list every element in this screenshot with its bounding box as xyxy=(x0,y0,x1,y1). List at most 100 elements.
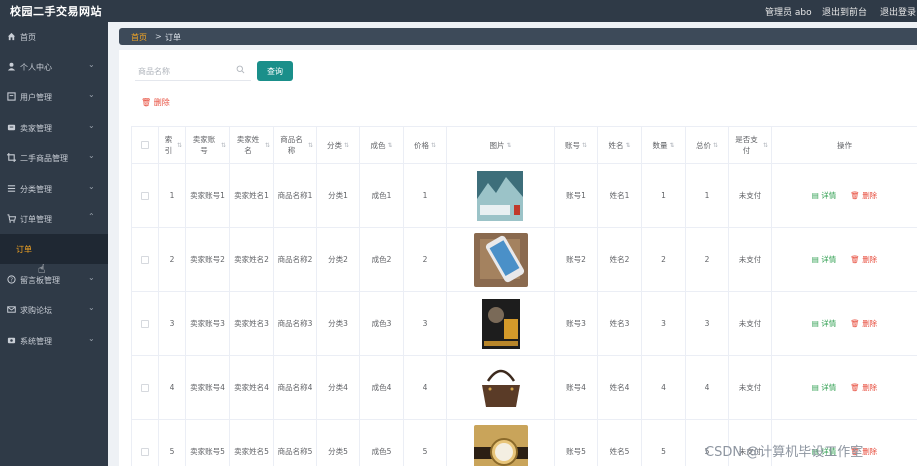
product-image-handbag xyxy=(473,360,528,415)
search-input[interactable] xyxy=(138,64,233,78)
sort-icon[interactable]: ⇅ xyxy=(669,140,674,151)
row-select-cell[interactable] xyxy=(132,164,159,228)
sidebar-item-label: 求购论坛 xyxy=(20,306,52,315)
table-cell: 账号3 xyxy=(555,292,598,356)
table-cell: 商品名称3 xyxy=(274,292,317,356)
table-cell: 未支付 xyxy=(729,292,772,356)
row-select-cell[interactable] xyxy=(132,420,159,466)
breadcrumb-current: 订单 xyxy=(165,33,181,42)
row-checkbox[interactable] xyxy=(141,447,149,456)
breadcrumb-home-link[interactable]: 首页 xyxy=(131,32,147,43)
sidebar-item-home[interactable]: 首页 xyxy=(0,22,108,52)
column-header[interactable]: 商品名称 ⇅ xyxy=(274,127,317,164)
detail-button[interactable]: ▤ 详情 xyxy=(812,190,836,201)
sidebar-item-sellers[interactable]: 卖家管理 ⌄ xyxy=(0,113,108,143)
list-icon xyxy=(7,184,16,193)
column-header[interactable]: 账号 ⇅ xyxy=(555,127,598,164)
delete-button[interactable]: 🗑 删除 xyxy=(141,97,170,108)
image-cell xyxy=(447,228,555,292)
sort-icon[interactable]: ⇅ xyxy=(177,140,182,151)
row-select-cell[interactable] xyxy=(132,292,159,356)
detail-button[interactable]: ▤ 详情 xyxy=(812,254,836,265)
table-cell: 1 xyxy=(642,164,686,228)
table-cell: 未支付 xyxy=(729,356,772,420)
column-header[interactable]: 索引 ⇅ xyxy=(159,127,186,164)
chevron-down-icon: ⌄ xyxy=(88,90,95,99)
sort-icon[interactable]: ⇅ xyxy=(625,140,630,151)
column-header-label: 卖家账号 xyxy=(192,135,216,155)
table-cell: 未支付 xyxy=(729,164,772,228)
detail-button[interactable]: ▤ 详情 xyxy=(812,318,836,329)
users-icon xyxy=(7,92,16,101)
sidebar-item-label: 订单管理 xyxy=(20,215,52,224)
table-cell: 分类1 xyxy=(317,164,360,228)
sidebar-item-messages[interactable]: ? 留言板管理 ⌄ xyxy=(0,265,108,295)
detail-button-label: 详情 xyxy=(821,191,837,200)
table-cell: 2 xyxy=(686,228,729,292)
sort-icon[interactable]: ⇅ xyxy=(582,140,587,151)
sort-icon[interactable]: ⇅ xyxy=(308,140,313,151)
select-all-checkbox[interactable] xyxy=(141,141,149,149)
table-cell: 卖家账号1 xyxy=(186,164,230,228)
sidebar-item-forum[interactable]: 求购论坛 ⌄ xyxy=(0,295,108,325)
row-checkbox[interactable] xyxy=(141,191,149,200)
row-select-cell[interactable] xyxy=(132,228,159,292)
row-delete-label: 删除 xyxy=(862,191,878,200)
column-header-label: 卖家姓名 xyxy=(236,135,260,155)
sort-icon[interactable]: ⇅ xyxy=(506,140,511,151)
submenu-item-order[interactable]: 订单 xyxy=(0,234,108,264)
sidebar: 首页 个人中心 ⌄ 用户管理 ⌄ 卖家管理 ⌄ 二手商品管理 ⌄ 分类管理 ⌄ … xyxy=(0,22,108,466)
row-checkbox[interactable] xyxy=(141,255,149,264)
column-header[interactable]: 成色 ⇅ xyxy=(360,127,404,164)
table-cell: 成色5 xyxy=(360,420,404,466)
sidebar-item-label: 首页 xyxy=(20,33,36,42)
column-header[interactable]: 姓名 ⇅ xyxy=(598,127,642,164)
search-icon[interactable] xyxy=(236,65,245,74)
column-header-label: 姓名 xyxy=(608,140,624,150)
select-all-cell[interactable] xyxy=(132,127,159,164)
row-delete-button[interactable]: 🗑 删除 xyxy=(850,254,877,265)
table-cell: 1 xyxy=(159,164,186,228)
sort-icon[interactable]: ⇅ xyxy=(265,140,270,151)
detail-button[interactable]: ▤ 详情 xyxy=(812,382,836,393)
column-header[interactable]: 数量 ⇅ xyxy=(642,127,686,164)
table-cell: 成色3 xyxy=(360,292,404,356)
table-cell: 账号5 xyxy=(555,420,598,466)
column-header[interactable]: 是否支付 ⇅ xyxy=(729,127,772,164)
sort-icon[interactable]: ⇅ xyxy=(431,140,436,151)
sidebar-item-users[interactable]: 用户管理 ⌄ xyxy=(0,82,108,112)
sidebar-item-categories[interactable]: 分类管理 ⌄ xyxy=(0,174,108,204)
sort-icon[interactable]: ⇅ xyxy=(344,140,349,151)
row-select-cell[interactable] xyxy=(132,356,159,420)
column-header[interactable]: 卖家姓名 ⇅ xyxy=(230,127,274,164)
column-header[interactable]: 总价 ⇅ xyxy=(686,127,729,164)
column-header[interactable]: 卖家账号 ⇅ xyxy=(186,127,230,164)
query-button[interactable]: 查询 xyxy=(257,61,293,81)
column-header-label: 总价 xyxy=(695,140,711,150)
logout-link[interactable]: 退出登录 xyxy=(880,5,916,18)
sort-icon[interactable]: ⇅ xyxy=(763,140,768,151)
row-delete-button[interactable]: 🗑 删除 xyxy=(850,190,877,201)
detail-button-label: 详情 xyxy=(821,319,837,328)
row-checkbox[interactable] xyxy=(141,383,149,392)
sort-icon[interactable]: ⇅ xyxy=(221,140,226,151)
image-cell xyxy=(447,420,555,466)
sidebar-item-system[interactable]: 系统管理 ⌄ xyxy=(0,326,108,356)
column-header[interactable]: 价格 ⇅ xyxy=(404,127,447,164)
chevron-down-icon: ⌄ xyxy=(88,60,95,69)
table-cell: 2 xyxy=(159,228,186,292)
sort-icon[interactable]: ⇅ xyxy=(713,140,718,151)
backend-link[interactable]: 退出到前台 xyxy=(822,5,867,18)
sort-icon[interactable]: ⇅ xyxy=(387,140,392,151)
chevron-down-icon: ⌄ xyxy=(88,334,95,343)
table-cell: 5 xyxy=(404,420,447,466)
row-delete-button[interactable]: 🗑 删除 xyxy=(850,382,877,393)
sidebar-item-profile[interactable]: 个人中心 ⌄ xyxy=(0,52,108,82)
row-delete-label: 删除 xyxy=(862,383,878,392)
sidebar-item-orders[interactable]: 订单管理 ⌃ xyxy=(0,204,108,234)
column-header[interactable]: 分类 ⇅ xyxy=(317,127,360,164)
column-header[interactable]: 图片 ⇅ xyxy=(447,127,555,164)
sidebar-item-products[interactable]: 二手商品管理 ⌄ xyxy=(0,143,108,173)
row-checkbox[interactable] xyxy=(141,319,149,328)
row-delete-button[interactable]: 🗑 删除 xyxy=(850,318,877,329)
